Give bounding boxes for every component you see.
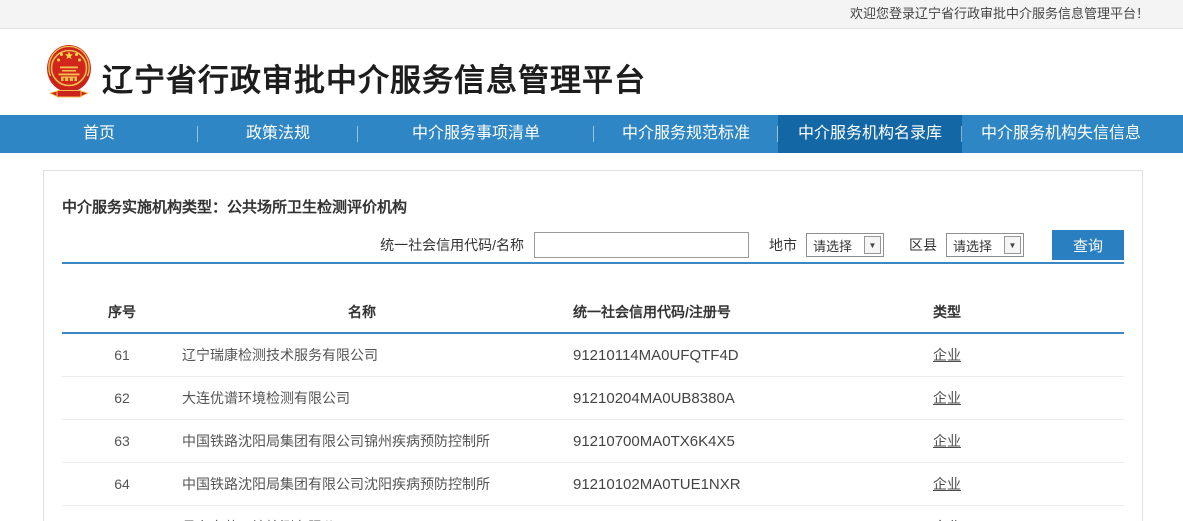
row-index: 61 bbox=[62, 347, 182, 363]
col-header-name: 名称 bbox=[182, 302, 542, 322]
row-index: 63 bbox=[62, 433, 182, 449]
nav-item[interactable]: 中介服务机构失信信息 bbox=[962, 115, 1160, 153]
city-select[interactable]: 请选择 ▼ bbox=[806, 233, 884, 257]
table-header-row: 序号 名称 统一社会信用代码/注册号 类型 bbox=[62, 264, 1124, 334]
org-name: 中国铁路沈阳局集团有限公司沈阳疾病预防控制所 bbox=[182, 474, 542, 494]
table-row: 61 辽宁瑞康检测技术服务有限公司 91210114MA0UFQTF4D 企业 bbox=[62, 334, 1124, 377]
query-button[interactable]: 查询 bbox=[1052, 230, 1124, 260]
welcome-text: 欢迎您登录辽宁省行政审批中介服务信息管理平台！ bbox=[850, 6, 1149, 21]
main-nav: 首页 政策法规 中介服务事项清单 中介服务规范标准 中介服务机构名录库 中介服务… bbox=[0, 115, 1183, 153]
nav-item-label: 中介服务机构名录库 bbox=[798, 125, 942, 142]
table-body: 61 辽宁瑞康检测技术服务有限公司 91210114MA0UFQTF4D 企业 … bbox=[62, 334, 1124, 521]
nav-item-label: 中介服务事项清单 bbox=[412, 125, 540, 142]
table-row: 62 大连优谱环境检测有限公司 91210204MA0UB8380A 企业 bbox=[62, 377, 1124, 420]
col-header-code: 统一社会信用代码/注册号 bbox=[542, 302, 862, 322]
col-header-index: 序号 bbox=[62, 302, 182, 322]
site-header: 辽宁省行政审批中介服务信息管理平台 bbox=[0, 29, 1183, 115]
credit-code: 91210102MA0TUE1NXR bbox=[542, 476, 862, 493]
city-label: 地市 bbox=[769, 235, 797, 255]
credit-code: 91210114MA0UFQTF4D bbox=[542, 347, 862, 364]
row-index: 62 bbox=[62, 390, 182, 406]
chevron-down-icon: ▼ bbox=[1004, 236, 1021, 254]
city-select-value: 请选择 bbox=[813, 236, 852, 255]
chevron-down-icon: ▼ bbox=[864, 236, 881, 254]
org-type-link[interactable]: 企业 bbox=[933, 433, 961, 449]
keyword-label: 统一社会信用代码/名称 bbox=[380, 235, 524, 255]
site-title: 辽宁省行政审批中介服务信息管理平台 bbox=[102, 55, 646, 100]
national-emblem-logo bbox=[46, 43, 92, 101]
org-name: 中国铁路沈阳局集团有限公司锦州疾病预防控制所 bbox=[182, 431, 542, 451]
org-type-link[interactable]: 企业 bbox=[933, 390, 961, 406]
nav-item-label: 中介服务机构失信信息 bbox=[981, 125, 1141, 142]
org-name: 辽宁瑞康检测技术服务有限公司 bbox=[182, 345, 542, 365]
org-type-link[interactable]: 企业 bbox=[933, 347, 961, 363]
district-select[interactable]: 请选择 ▼ bbox=[946, 233, 1024, 257]
org-name: 丹东市蓝环境检测有限公司 bbox=[182, 517, 542, 521]
nav-item-label: 中介服务规范标准 bbox=[622, 125, 750, 142]
table-row: 64 中国铁路沈阳局集团有限公司沈阳疾病预防控制所 91210102MA0TUE… bbox=[62, 463, 1124, 506]
table-row: 65 丹东市蓝环境检测有限公司 91210603MA0TU9KY9D 企业 bbox=[62, 506, 1124, 521]
district-label: 区县 bbox=[909, 235, 937, 255]
nav-item[interactable]: 中介服务机构名录库 bbox=[778, 115, 962, 153]
row-index: 64 bbox=[62, 476, 182, 492]
credit-code: 91210204MA0UB8380A bbox=[542, 390, 862, 407]
org-type-link[interactable]: 企业 bbox=[933, 476, 961, 492]
district-select-value: 请选择 bbox=[953, 236, 992, 255]
nav-item-label: 政策法规 bbox=[246, 125, 310, 142]
nav-item[interactable]: 政策法规 bbox=[198, 115, 358, 153]
nav-list: 首页 政策法规 中介服务事项清单 中介服务规范标准 中介服务机构名录库 中介服务… bbox=[0, 115, 1183, 153]
org-name: 大连优谱环境检测有限公司 bbox=[182, 388, 542, 408]
col-header-type: 类型 bbox=[862, 302, 1032, 322]
nav-item[interactable]: 中介服务规范标准 bbox=[594, 115, 778, 153]
table-row: 63 中国铁路沈阳局集团有限公司锦州疾病预防控制所 91210700MA0TX6… bbox=[62, 420, 1124, 463]
nav-item[interactable]: 中介服务事项清单 bbox=[358, 115, 594, 153]
content-panel: 中介服务实施机构类型：公共场所卫生检测评价机构 统一社会信用代码/名称 地市 请… bbox=[43, 170, 1143, 521]
nav-item-label: 首页 bbox=[83, 125, 115, 142]
credit-code: 91210700MA0TX6K4X5 bbox=[542, 433, 862, 450]
keyword-input[interactable] bbox=[534, 232, 749, 258]
topbar: 欢迎您登录辽宁省行政审批中介服务信息管理平台！ bbox=[0, 0, 1183, 29]
section-title: 中介服务实施机构类型：公共场所卫生检测评价机构 bbox=[62, 196, 1124, 217]
nav-item[interactable]: 首页 bbox=[0, 115, 198, 153]
search-toolbar: 统一社会信用代码/名称 地市 请选择 ▼ 区县 请选择 ▼ 查询 bbox=[62, 230, 1124, 260]
